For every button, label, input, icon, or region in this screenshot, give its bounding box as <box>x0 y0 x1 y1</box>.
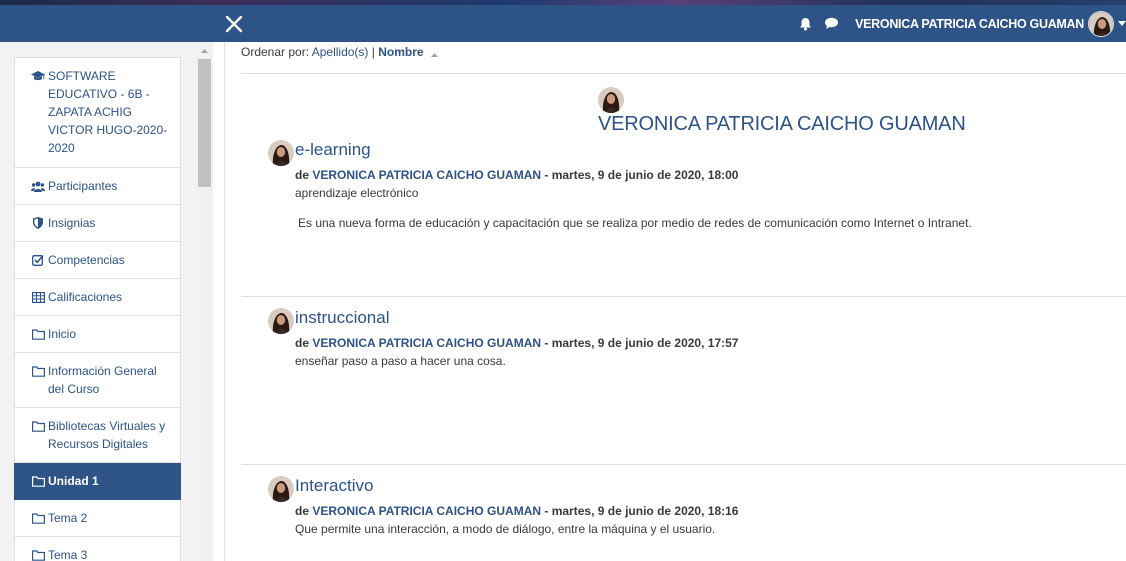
entry-meta: de VERONICA PATRICIA CAICHO GUAMAN - mar… <box>295 504 738 518</box>
nav-item-label: Participantes <box>48 179 118 193</box>
entry-date: - martes, 9 de junio de 2020, 18:00 <box>544 168 739 182</box>
entry-author-link[interactable]: VERONICA PATRICIA CAICHO GUAMAN <box>312 336 541 350</box>
entry-by: de <box>295 336 310 350</box>
sort-by-lastname-link[interactable]: Apellido(s) <box>312 45 369 59</box>
avatar[interactable] <box>268 140 294 166</box>
avatar[interactable] <box>1088 10 1114 37</box>
scroll-up-button[interactable] <box>196 42 213 59</box>
folder-icon <box>31 511 45 525</box>
nav-item-label: Información General del Curso <box>48 364 157 396</box>
nav-item-insignias[interactable]: Insignias <box>14 205 181 242</box>
nav-item-label: Insignias <box>48 216 96 230</box>
close-icon <box>225 15 243 33</box>
glossary-entry: e-learning de VERONICA PATRICIA CAICHO G… <box>268 140 1126 240</box>
entry-by: de <box>295 168 310 182</box>
nav-item-calificaciones[interactable]: Calificaciones <box>14 279 181 316</box>
nav-item-tema-2[interactable]: Tema 2 <box>14 500 181 537</box>
messages-button[interactable] <box>823 16 839 32</box>
entry-definition: aprendizaje electrónico <box>295 186 419 200</box>
glossary-main-region: Ordenar por: Apellido(s) | Nombre VERONI… <box>224 42 1126 561</box>
entry-definition: Que permite una interacción, a modo de d… <box>295 522 716 536</box>
divider <box>241 73 1126 74</box>
entry-concept: Interactivo <box>295 476 374 495</box>
entry-definition: enseñar paso a paso a hacer una cosa. <box>295 354 506 368</box>
sort-separator: | <box>371 45 375 59</box>
avatar[interactable] <box>268 476 294 502</box>
notifications-button[interactable] <box>797 16 813 32</box>
nav-item-unidad-1[interactable]: Unidad 1 <box>14 463 181 500</box>
nav-item-label: Unidad 1 <box>48 474 99 488</box>
nav-item-label: Tema 2 <box>48 511 88 525</box>
folder-icon <box>31 474 45 488</box>
nav-item-label: Inicio <box>48 327 77 341</box>
course-navigation-drawer: SOFTWARE EDUCATIVO - 6B - ZAPATA ACHIG V… <box>0 42 213 561</box>
checkbox-icon <box>31 253 45 267</box>
sort-options: Ordenar por: Apellido(s) | Nombre <box>241 45 438 60</box>
avatar[interactable] <box>268 308 294 334</box>
nav-item-label: Calificaciones <box>48 290 123 304</box>
shield-icon <box>31 216 45 230</box>
user-photo-icon <box>1089 11 1113 36</box>
glossary-entry: instruccional de VERONICA PATRICIA CAICH… <box>268 308 1126 408</box>
entry-concept: e-learning <box>295 140 371 159</box>
author-heading: VERONICA PATRICIA CAICHO GUAMAN <box>598 113 966 135</box>
entry-date: - martes, 9 de junio de 2020, 18:16 <box>544 504 739 518</box>
nav-item-label: Bibliotecas Virtuales y Recursos Digital… <box>48 419 166 451</box>
entry-author-link[interactable]: VERONICA PATRICIA CAICHO GUAMAN <box>312 168 541 182</box>
divider <box>241 296 1126 297</box>
entry-meta: de VERONICA PATRICIA CAICHO GUAMAN - mar… <box>295 168 738 182</box>
sort-ascending-icon <box>430 46 438 60</box>
nav-item-course[interactable]: SOFTWARE EDUCATIVO - 6B - ZAPATA ACHIG V… <box>14 57 181 168</box>
nav-item-competencias[interactable]: Competencias <box>14 242 181 279</box>
nav-item-participantes[interactable]: Participantes <box>14 168 181 205</box>
divider <box>241 464 1126 465</box>
bell-icon <box>799 17 811 30</box>
user-photo-icon <box>268 308 294 334</box>
glossary-entry: Interactivo de VERONICA PATRICIA CAICHO … <box>268 476 1126 561</box>
folder-icon <box>31 327 45 341</box>
nav-item-label: Tema 3 <box>48 548 88 561</box>
caret-down-icon <box>1118 21 1126 26</box>
navbar-user-area: VERONICA PATRICIA CAICHO GUAMAN <box>797 5 1126 42</box>
entry-concept: instruccional <box>295 308 390 327</box>
entry-author-link[interactable]: VERONICA PATRICIA CAICHO GUAMAN <box>312 504 541 518</box>
chat-bubble-icon <box>824 17 838 29</box>
top-navbar: VERONICA PATRICIA CAICHO GUAMAN <box>0 5 1126 42</box>
close-drawer-button[interactable] <box>224 14 244 34</box>
drawer-scrollbar[interactable] <box>196 42 213 561</box>
sort-by-name-link[interactable]: Nombre <box>378 45 423 59</box>
nav-item-label: Competencias <box>48 253 125 267</box>
entry-date: - martes, 9 de junio de 2020, 17:57 <box>544 336 739 350</box>
arrow-up-icon <box>201 48 208 53</box>
user-menu-toggle[interactable] <box>1114 5 1126 42</box>
entry-description: Es una nueva forma de educación y capaci… <box>298 216 972 230</box>
folder-icon <box>31 419 45 433</box>
users-icon <box>31 179 45 193</box>
entry-by: de <box>295 504 310 518</box>
scrollbar-thumb[interactable] <box>198 59 211 187</box>
nav-item-bibliotecas[interactable]: Bibliotecas Virtuales y Recursos Digital… <box>14 408 181 463</box>
folder-icon <box>31 364 45 378</box>
nav-item-informacion-general[interactable]: Información General del Curso <box>14 353 181 408</box>
user-photo-icon <box>598 87 624 113</box>
nav-item-inicio[interactable]: Inicio <box>14 316 181 353</box>
sort-label: Ordenar por: <box>241 45 310 59</box>
course-nav-list: SOFTWARE EDUCATIVO - 6B - ZAPATA ACHIG V… <box>14 57 181 561</box>
user-menu-name[interactable]: VERONICA PATRICIA CAICHO GUAMAN <box>855 17 1084 31</box>
table-icon <box>31 290 45 304</box>
graduation-cap-icon <box>31 69 45 83</box>
entry-meta: de VERONICA PATRICIA CAICHO GUAMAN - mar… <box>295 336 738 350</box>
folder-icon <box>31 548 45 561</box>
avatar <box>598 87 624 113</box>
user-photo-icon <box>268 140 294 166</box>
user-photo-icon <box>268 476 294 502</box>
nav-item-label: SOFTWARE EDUCATIVO - 6B - ZAPATA ACHIG V… <box>48 69 168 155</box>
nav-item-tema-3[interactable]: Tema 3 <box>14 537 181 561</box>
